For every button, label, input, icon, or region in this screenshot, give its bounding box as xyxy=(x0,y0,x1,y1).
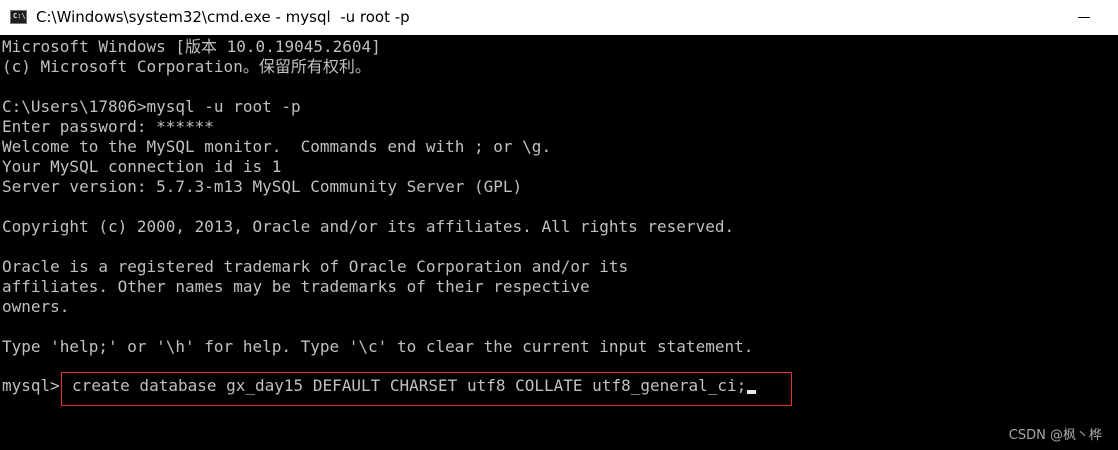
watermark: CSDN @枫丶桦 xyxy=(1008,428,1102,443)
console-line: Microsoft Windows [版本 10.0.19045.2604] xyxy=(2,37,381,56)
minimize-icon xyxy=(1078,17,1090,18)
cmd-app-icon: C:\ xyxy=(10,10,27,24)
console-line: owners. xyxy=(2,297,70,316)
console-line: (c) Microsoft Corporation。保留所有权利。 xyxy=(2,57,371,76)
command-input[interactable]: create database gx_day15 DEFAULT CHARSET… xyxy=(72,376,757,396)
console-line: Copyright (c) 2000, 2013, Oracle and/or … xyxy=(2,217,735,236)
minimize-button[interactable] xyxy=(1064,0,1104,35)
console-line: affiliates. Other names may be trademark… xyxy=(2,277,590,296)
cmd-app-icon-label: C:\ xyxy=(13,12,26,20)
console-line: Oracle is a registered trademark of Orac… xyxy=(2,257,629,276)
window-title: C:\Windows\system32\cmd.exe - mysql -u r… xyxy=(36,8,410,26)
console-line: Welcome to the MySQL monitor. Commands e… xyxy=(2,137,552,156)
console-output[interactable]: Microsoft Windows [版本 10.0.19045.2604] (… xyxy=(0,35,1118,450)
command-text: create database gx_day15 DEFAULT CHARSET… xyxy=(72,376,747,395)
mysql-prompt: mysql> xyxy=(2,376,60,395)
console-line: Enter password: ****** xyxy=(2,117,214,136)
cmd-window: C:\ C:\Windows\system32\cmd.exe - mysql … xyxy=(0,0,1118,450)
console-line: C:\Users\17806>mysql -u root -p xyxy=(2,97,301,116)
console-line: Your MySQL connection id is 1 xyxy=(2,157,282,176)
console-line: Type 'help;' or '\h' for help. Type '\c'… xyxy=(2,337,754,356)
title-bar[interactable]: C:\ C:\Windows\system32\cmd.exe - mysql … xyxy=(0,0,1118,35)
console-line: Server version: 5.7.3-m13 MySQL Communit… xyxy=(2,177,523,196)
text-cursor xyxy=(747,390,757,394)
